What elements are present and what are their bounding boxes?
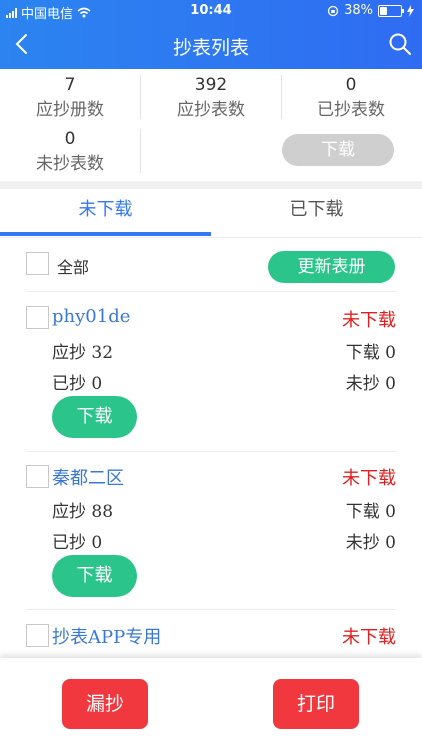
orientation-lock-icon — [327, 5, 339, 16]
row-checkbox[interactable] — [26, 306, 49, 329]
stat-books-due: 7 应抄册数 — [0, 73, 140, 123]
divider — [140, 75, 141, 119]
search-icon[interactable] — [388, 32, 412, 56]
stat-value: 0 — [345, 75, 357, 95]
select-all-label: 全部 — [57, 258, 90, 277]
book-name[interactable]: phy01de — [52, 306, 130, 327]
stat-value: 7 — [64, 75, 76, 95]
battery-percent: 38% — [344, 3, 373, 18]
stat-label: 已抄表数 — [317, 100, 385, 120]
select-all-checkbox[interactable] — [26, 252, 49, 275]
divider — [26, 291, 396, 292]
active-tab-indicator — [0, 232, 211, 236]
page-title: 抄表列表 — [172, 37, 249, 59]
print-button[interactable]: 打印 — [273, 679, 359, 729]
stat-label: 未抄表数 — [36, 154, 104, 174]
book-name[interactable]: 秦都二区 — [52, 464, 124, 490]
row-checkbox[interactable] — [26, 465, 49, 488]
tab-downloaded[interactable]: 已下载 — [211, 189, 422, 235]
tab-not-downloaded[interactable]: 未下载 — [0, 189, 211, 235]
book-name[interactable]: 抄表APP专用 — [52, 623, 161, 649]
stat-meters-due: 392 应抄表数 — [141, 73, 281, 123]
read-count: 已抄 0 — [52, 533, 103, 553]
due-count: 应抄 88 — [52, 502, 114, 522]
update-books-button[interactable]: 更新表册 — [268, 251, 395, 283]
unread-count: 未抄 0 — [345, 374, 396, 394]
stat-value: 392 — [194, 75, 228, 95]
row-checkbox[interactable] — [26, 624, 49, 647]
tab-bar: 未下载 已下载 — [0, 189, 422, 238]
battery-icon — [378, 4, 404, 17]
downloaded-count: 下载 0 — [345, 502, 396, 522]
missed-reading-button[interactable]: 漏抄 — [62, 679, 148, 729]
download-status: 未下载 — [342, 627, 396, 648]
download-status: 未下载 — [342, 310, 396, 331]
downloaded-count: 下载 0 — [345, 343, 396, 363]
divider — [26, 609, 396, 610]
status-bar: 中国电信 10:44 38% — [0, 0, 422, 22]
stat-meters-unread: 0 未抄表数 — [0, 127, 140, 177]
section-gap — [0, 181, 422, 189]
download-button[interactable]: 下载 — [52, 555, 137, 597]
read-count: 已抄 0 — [52, 374, 103, 394]
stat-label: 应抄册数 — [36, 100, 104, 120]
app-header: 中国电信 10:44 38% 抄表列表 — [0, 0, 422, 69]
stat-meters-read: 0 已抄表数 — [281, 73, 421, 123]
divider — [281, 75, 282, 119]
due-count: 应抄 32 — [52, 343, 114, 363]
stat-label: 应抄表数 — [177, 100, 245, 120]
unread-count: 未抄 0 — [345, 533, 396, 553]
download-all-button[interactable]: 下载 — [282, 134, 394, 166]
divider — [140, 129, 141, 173]
stat-value: 0 — [64, 129, 76, 149]
charging-icon — [407, 4, 414, 17]
divider — [26, 451, 396, 452]
status-right: 38% — [327, 3, 414, 18]
battery-fill — [380, 6, 387, 15]
download-button[interactable]: 下载 — [52, 396, 137, 438]
download-status: 未下载 — [342, 468, 396, 489]
